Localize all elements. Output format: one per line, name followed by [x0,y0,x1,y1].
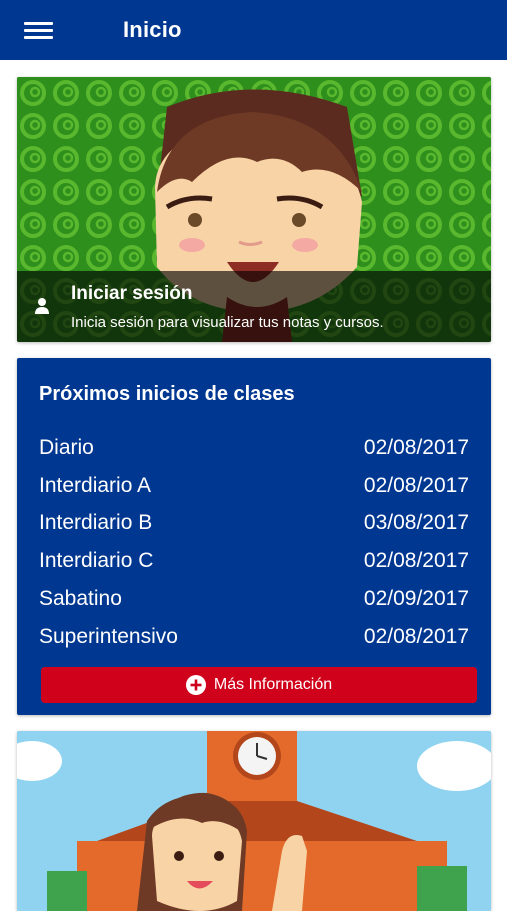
schedule-title: Próximos inicios de clases [39,383,295,405]
schedule-date: 02/08/2017 [363,435,469,459]
schedule-label: Interdiario A [39,473,152,497]
school-illustration [17,731,491,911]
more-info-label: Más Información [213,676,333,693]
hamburger-menu-icon[interactable] [22,18,56,42]
schedule-row: Interdiario C 02/08/2017 [39,542,469,580]
schedule-row: Diario 02/08/2017 [39,429,469,467]
more-info-button[interactable]: Más Información [41,667,477,703]
schedule-list: Diario 02/08/2017 Interdiario A 02/08/2017… [39,429,469,656]
login-title: Iniciar sesión [71,283,193,304]
schedule-row: Interdiario B 03/08/2017 [39,505,469,543]
schedule-label: Interdiario B [39,511,153,535]
schedule-date: 02/08/2017 [363,549,469,573]
schedule-label: Diario [39,435,94,459]
app-header: Inicio [0,0,507,60]
schedule-row: Sabatino 02/09/2017 [39,580,469,618]
schedule-row: Superintensivo 02/08/2017 [39,618,469,656]
schedule-date: 03/08/2017 [363,511,469,535]
schedule-date: 02/09/2017 [363,587,469,611]
schedule-date: 02/08/2017 [363,624,469,648]
person-icon [35,298,49,314]
plus-circle-icon [185,675,206,695]
page-title: Inicio [123,17,182,42]
login-subtitle: Inicia sesión para visualizar tus notas … [71,314,384,331]
schedule-date: 02/08/2017 [363,473,469,497]
login-overlay: Iniciar sesión Inicia sesión para visual… [17,271,491,342]
class-schedule-card: Próximos inicios de clases Diario 02/08/2… [17,358,491,715]
schedule-label: Superintensivo [39,624,178,648]
login-card[interactable]: Iniciar sesión Inicia sesión para visual… [17,77,491,342]
school-banner-card[interactable] [17,731,491,911]
schedule-label: Sabatino [39,587,122,611]
schedule-row: Interdiario A 02/08/2017 [39,467,469,505]
schedule-label: Interdiario C [39,549,154,573]
